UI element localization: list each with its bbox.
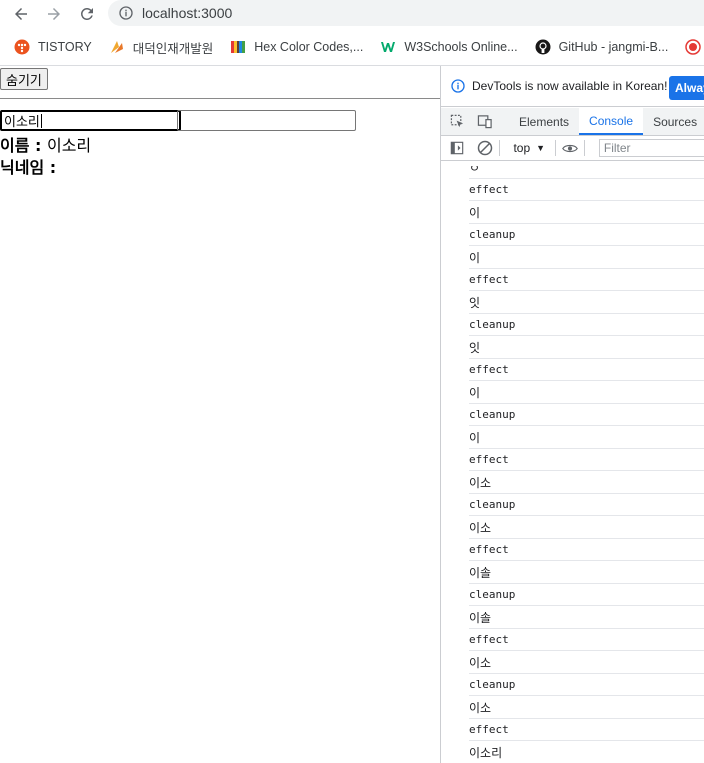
console-message: 이 [469, 201, 704, 224]
bookmark-hex-color[interactable]: Hex Color Codes,... [230, 39, 363, 55]
nickname-label: 닉네임 : [0, 158, 57, 177]
color-book-icon [230, 39, 246, 55]
toolbar-separator [583, 140, 585, 156]
info-icon [119, 6, 133, 20]
console-message: 이소 [469, 651, 704, 674]
console-toolbar: top ▼ Filter [441, 136, 704, 161]
device-toolbar-icon[interactable] [477, 114, 493, 130]
console-message: cleanup [469, 674, 704, 696]
console-message: 잇 [469, 336, 704, 359]
console-message: cleanup [469, 224, 704, 246]
horizontal-rule [0, 98, 440, 99]
red-circle-icon [685, 39, 702, 55]
hide-button[interactable]: 숨기기 [0, 68, 48, 90]
address-bar[interactable]: localhost:3000 [108, 0, 704, 26]
dropdown-triangle-icon: ▼ [536, 143, 546, 153]
tistory-icon [14, 39, 30, 55]
console-message: effect [469, 539, 704, 561]
bookmark-more[interactable]: 도 [685, 38, 704, 57]
console-output[interactable]: ㅇ effect 이 cleanup 이 effect 잇 cleanup 잇 effect 이 cl… [469, 166, 704, 763]
nickname-input[interactable] [177, 110, 356, 131]
console-message: 잇 [469, 291, 704, 314]
console-message: 이소 [469, 516, 704, 539]
bookmarks-bar: TISTORY 대덕인재개발원 Hex Color Codes,... W3Sc… [0, 34, 704, 60]
toolbar-separator [498, 140, 500, 156]
devtools-language-banner: DevTools is now available in Korean! Alw… [441, 66, 704, 107]
console-message: 이 [469, 246, 704, 269]
console-message: cleanup [469, 404, 704, 426]
console-message: effect [469, 359, 704, 381]
eye-icon[interactable] [562, 140, 578, 156]
bookmark-github[interactable]: GitHub - jangmi-B... [535, 39, 668, 55]
browser-toolbar: localhost:3000 [0, 0, 704, 28]
banner-message: DevTools is now available in Korean! [472, 79, 668, 93]
console-message: cleanup [469, 314, 704, 336]
console-message: 이 [469, 381, 704, 404]
tab-sources[interactable]: Sources [643, 108, 704, 135]
console-message: cleanup [469, 494, 704, 516]
reload-icon [80, 7, 93, 20]
bookmark-tistory[interactable]: TISTORY [14, 39, 92, 55]
back-button[interactable] [9, 2, 33, 26]
console-message: 이소 [469, 471, 704, 494]
info-icon [451, 79, 465, 93]
devtools-panel: DevTools is now available in Korean! Alw… [440, 66, 704, 763]
always-match-button[interactable]: Always [669, 76, 704, 100]
name-value: 이소리 [46, 136, 92, 155]
context-selector[interactable]: top ▼ [513, 141, 545, 155]
arrow-left-icon [15, 8, 27, 20]
tab-elements[interactable]: Elements [509, 108, 579, 135]
console-message: 이솔 [469, 606, 704, 629]
console-message: cleanup [469, 584, 704, 606]
url-text: localhost:3000 [142, 5, 233, 21]
devtools-tabbar: Elements Console Sources [441, 108, 704, 136]
clear-console-icon[interactable] [477, 140, 493, 156]
inspect-element-icon[interactable] [450, 114, 465, 130]
text-caret [40, 113, 42, 128]
nickname-display: 닉네임 : [0, 154, 56, 178]
console-message: 이 [469, 426, 704, 449]
reload-button[interactable] [75, 2, 99, 26]
github-icon [535, 39, 551, 55]
console-message: 이소 [469, 696, 704, 719]
name-display: 이름 : 이소리 [0, 132, 91, 156]
page-viewport: 숨기기 이소리 이름 : 이소리 닉네임 : [0, 66, 440, 763]
name-input[interactable]: 이소리 [0, 110, 181, 131]
name-label: 이름 : [0, 136, 47, 155]
console-message: 이소리 [469, 741, 704, 763]
console-message: effect [469, 629, 704, 651]
leaf-logo-icon [109, 39, 125, 55]
console-message: effect [469, 269, 704, 291]
w3schools-icon [380, 39, 396, 55]
arrow-right-icon [48, 8, 60, 20]
tab-console[interactable]: Console [579, 108, 644, 135]
toolbar-separator [555, 140, 556, 156]
console-filter-input[interactable]: Filter [598, 139, 704, 157]
bookmark-daedeok[interactable]: 대덕인재개발원 [109, 38, 213, 57]
forward-button[interactable] [42, 2, 66, 26]
console-message: 이솔 [469, 561, 704, 584]
console-message: ㅇ [469, 166, 704, 179]
console-message: effect [469, 719, 704, 741]
sidebar-toggle-icon[interactable] [450, 140, 465, 156]
console-message: effect [469, 179, 704, 201]
bookmark-w3schools[interactable]: W3Schools Online... [380, 39, 518, 55]
console-message: effect [469, 449, 704, 471]
